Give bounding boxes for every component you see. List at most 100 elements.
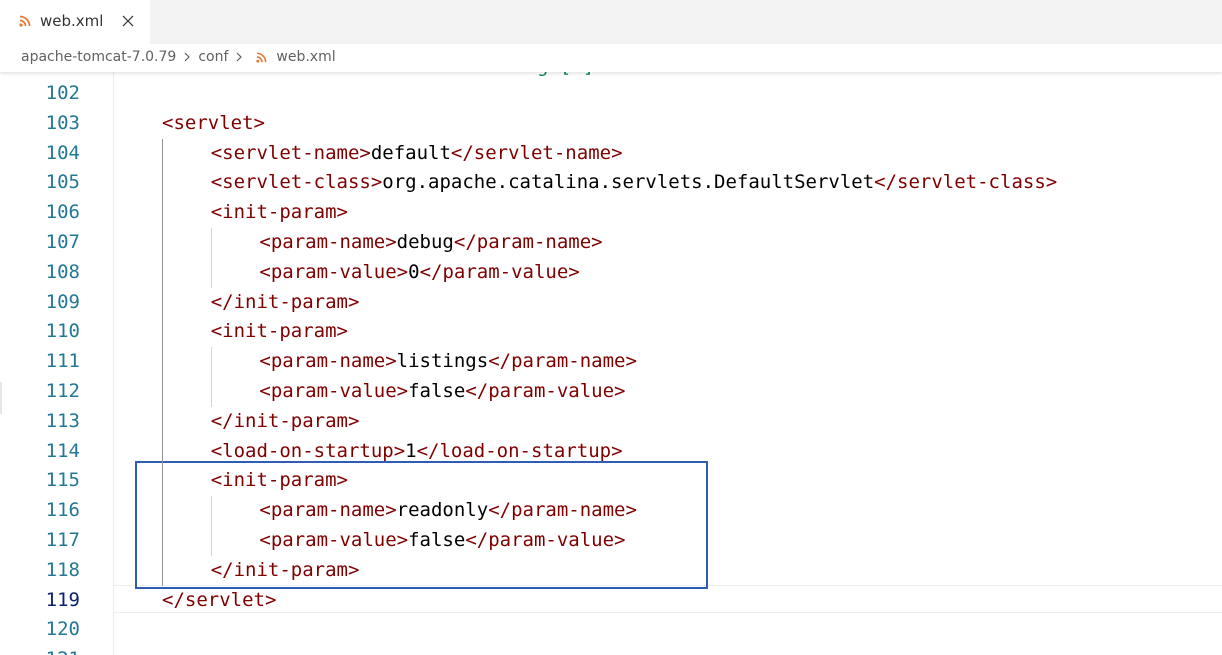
xml-text-token: false — [408, 380, 466, 402]
code-text: <servlet-class>org.apache.catalina.servl… — [211, 168, 1058, 198]
xml-tag-token: <param-value> — [259, 529, 409, 551]
code-line[interactable]: 112 <param-value>false</param-value> — [0, 377, 1222, 407]
xml-tag-token: </param-name> — [453, 231, 603, 253]
rss-icon — [256, 52, 267, 63]
xml-tag-token: <param-value> — [259, 260, 409, 283]
indent-guide — [162, 138, 163, 586]
xml-text-token: false — [408, 529, 466, 551]
code-text: <param-value>false</param-value> — [259, 377, 625, 407]
xml-tag-token: <param-name> — [259, 231, 397, 253]
code-line[interactable]: 103 <servlet> — [0, 109, 1222, 139]
line-number: 118 — [45, 558, 80, 581]
line-number: 119 — [45, 588, 80, 611]
code-text: <servlet> — [162, 109, 265, 139]
code-line[interactable]: 110 <init-param> — [0, 317, 1222, 347]
code-text: <param-value>0</param-value> — [259, 258, 579, 288]
xml-tag-token: </param-name> — [488, 350, 637, 373]
xml-tag-token: </param-value> — [465, 380, 626, 402]
breadcrumb: apache-tomcat-7.0.79 conf web.xml — [0, 44, 1222, 72]
indent-guide — [210, 347, 212, 407]
line-number: 104 — [45, 141, 80, 164]
breadcrumb-item-root[interactable]: apache-tomcat-7.0.79 — [21, 49, 176, 65]
xml-tag-token: </load-on-startup> — [416, 439, 623, 462]
xml-tag-token: </param-value> — [419, 260, 580, 283]
xml-tag-token: <param-name> — [259, 499, 397, 522]
xml-tag-token: </param-value> — [465, 529, 626, 551]
line-number: 111 — [45, 350, 80, 373]
xml-tag-token: </servlet-class> — [874, 171, 1058, 194]
xml-tag-token: </init-param> — [210, 409, 360, 432]
code-line[interactable]: 117 <param-value>false</param-value> — [0, 526, 1222, 556]
line-number: 107 — [45, 231, 80, 253]
line-number: 117 — [45, 529, 80, 551]
code-text: <servlet-name>default</servlet-name> — [211, 139, 623, 169]
line-number: 102 — [45, 82, 80, 104]
line-number: 105 — [45, 171, 80, 194]
code-text: <init-param> — [211, 198, 348, 228]
rss-icon — [19, 15, 31, 27]
xml-text-token: default — [370, 141, 451, 164]
xml-text-token: listings — [396, 350, 489, 373]
xml-tag-token: <init-param> — [210, 469, 348, 492]
xml-tag-token: </init-param> — [210, 290, 360, 313]
xml-tag-token: </servlet-name> — [450, 141, 623, 164]
breadcrumb-item-conf[interactable]: conf — [198, 49, 228, 65]
xml-tag-token: <servlet-name> — [210, 141, 371, 164]
code-text: <param-name>listings</param-name> — [259, 347, 637, 377]
code-text: <init-param> — [211, 466, 348, 496]
code-text: <load-on-startup>1</load-on-startup> — [211, 437, 623, 467]
code-line[interactable]: 113 </init-param> — [0, 407, 1222, 437]
tab-label: web.xml — [40, 12, 104, 30]
xml-tag-token: <param-value> — [259, 380, 409, 402]
tab-web-xml[interactable]: web.xml — [0, 0, 150, 44]
xml-tag-token: </param-name> — [488, 499, 637, 522]
line-number: 106 — [45, 201, 80, 224]
code-line[interactable]: 115 <init-param> — [0, 466, 1222, 496]
code-line[interactable]: 119 </servlet> — [0, 586, 1222, 616]
code-text: </servlet> — [162, 586, 276, 616]
editor-window: web.xml apache-tomcat-7.0.79 conf web.xm… — [0, 0, 1222, 655]
code-line[interactable]: 104 <servlet-name>default</servlet-name> — [0, 139, 1222, 169]
xml-tag-token: <servlet-class> — [210, 171, 383, 194]
code-line[interactable]: 102 — [0, 79, 1222, 109]
line-number: 112 — [45, 380, 80, 402]
line-number: 108 — [45, 260, 80, 283]
xml-tag-token: <servlet> — [162, 111, 265, 134]
line-number: 120 — [45, 618, 80, 641]
line-number: 109 — [45, 290, 80, 313]
code-line[interactable]: 108 <param-value>0</param-value> — [0, 258, 1222, 288]
code-text: <init-param> — [211, 317, 348, 347]
line-number: 103 — [45, 111, 80, 134]
code-line[interactable]: 118 </init-param> — [0, 556, 1222, 586]
xml-text-token: 0 — [408, 260, 420, 283]
code-line[interactable]: 116 <param-name>readonly</param-name> — [0, 496, 1222, 526]
breadcrumb-item-file[interactable]: web.xml — [276, 49, 335, 65]
code-line[interactable]: 105 <servlet-class>org.apache.catalina.se… — [0, 168, 1222, 198]
line-number: 114 — [45, 439, 80, 462]
indent-guide — [210, 228, 212, 288]
xml-tag-token: <load-on-startup> — [210, 439, 406, 462]
code-line[interactable]: 109 </init-param> — [0, 288, 1222, 318]
line-number: 110 — [45, 320, 80, 343]
code-line[interactable]: 114 <load-on-startup>1</load-on-startup> — [0, 437, 1222, 467]
code-line[interactable]: 107 <param-name>debug</param-name> — [0, 228, 1222, 258]
code-line[interactable]: 121 — [0, 645, 1222, 655]
code-line[interactable]: 106 <init-param> — [0, 198, 1222, 228]
line-number: 121 — [0, 645, 80, 655]
code-text: <param-value>false</param-value> — [259, 526, 625, 556]
xml-tag-token: <param-name> — [259, 350, 397, 373]
chevron-right-icon — [236, 52, 243, 62]
code-line[interactable]: 111 <param-name>listings</param-name> — [0, 347, 1222, 377]
code-editor[interactable]: g [ ] 102103<servlet>104<servlet-name>de… — [0, 55, 1222, 655]
code-text: <param-name>readonly</param-name> — [259, 496, 637, 526]
xml-text-token: org.apache.catalina.servlets.DefaultServ… — [382, 171, 875, 194]
line-number: 115 — [45, 469, 80, 492]
xml-tag-token: <init-param> — [210, 320, 348, 343]
close-icon[interactable] — [120, 13, 136, 29]
xml-text-token: readonly — [396, 499, 489, 522]
xml-tag-token: </init-param> — [210, 558, 360, 581]
indent-guide — [210, 496, 212, 556]
code-line[interactable]: 120 — [0, 615, 1222, 645]
code-text: </init-param> — [211, 288, 360, 318]
xml-text-token: 1 — [405, 439, 417, 462]
